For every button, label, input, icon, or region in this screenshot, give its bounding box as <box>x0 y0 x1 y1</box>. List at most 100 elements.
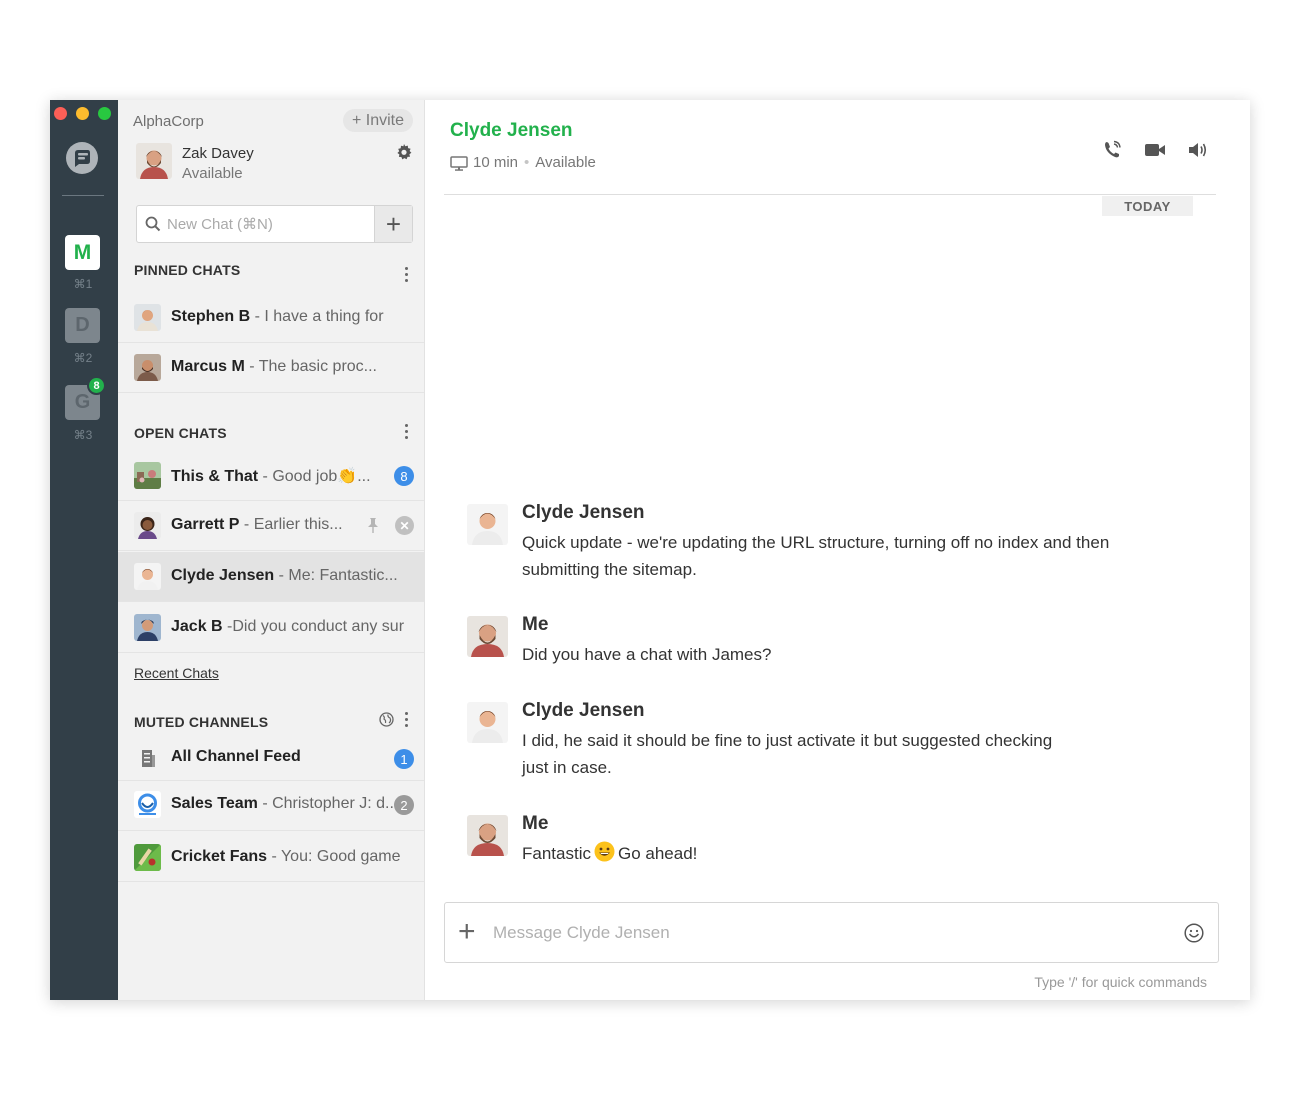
message-text: Fantastic Go ahead! <box>522 840 1142 867</box>
chat-row-garrett-p[interactable]: Garrett P - Earlier this... ✕ <box>118 501 424 551</box>
chat-row-preview: - The basic proc... <box>244 358 377 375</box>
chat-row-text: Clyde Jensen - Me: Fantastic... <box>171 567 416 585</box>
recent-chats-link[interactable]: Recent Chats <box>134 665 219 681</box>
workspace-m[interactable]: M <box>65 235 100 270</box>
close-icon[interactable]: ✕ <box>395 516 414 535</box>
chat-row-preview: - I have a thing for <box>250 308 384 325</box>
avatar <box>134 614 161 641</box>
org-name: AlphaCorp <box>133 113 204 130</box>
unread-badge: 2 <box>394 795 414 815</box>
chat-peer-name[interactable]: Clyde Jensen <box>450 120 573 142</box>
peer-status: Available <box>535 154 596 171</box>
chat-pane: Clyde Jensen 10 min • Available TODAY Clyd… <box>425 100 1250 1000</box>
message-author: Me <box>522 813 549 834</box>
chat-row-text: Sales Team - Christopher J: d... <box>171 795 393 813</box>
workspace-rail: M ⌘1 D ⌘2 G 8 ⌘3 <box>50 100 118 1000</box>
chat-row-text: Jack B -Did you conduct any sur <box>171 618 416 636</box>
chat-row-name: Jack B <box>171 618 223 635</box>
channel-row-sales-team[interactable]: Sales Team - Christopher J: d... 2 <box>118 781 424 831</box>
avatar <box>134 512 161 539</box>
chat-row-name: Stephen B <box>171 308 251 325</box>
unread-badge: 8 <box>394 466 414 486</box>
muted-menu-icon[interactable] <box>404 712 408 728</box>
avatar[interactable] <box>467 504 508 545</box>
chat-row-marcus-m[interactable]: Marcus M - The basic proc... <box>118 343 424 393</box>
chat-row-name: All Channel Feed <box>171 748 301 765</box>
message-text: Did you have a chat with James? <box>522 645 772 664</box>
chat-row-this-and-that[interactable]: This & That - Good job👏... 8 <box>118 451 424 501</box>
chat-row-name: Cricket Fans <box>171 848 268 865</box>
chat-peer-meta: 10 min • Available <box>473 154 596 171</box>
message: Me Fantastic Go ahead! <box>467 813 1187 873</box>
open-chats-menu-icon[interactable] <box>404 424 408 440</box>
pinned-menu-icon[interactable] <box>404 267 408 283</box>
avatar[interactable] <box>136 143 172 179</box>
composer-hint: Type '/' for quick commands <box>1034 974 1207 990</box>
avatar <box>134 563 161 590</box>
chat-row-text: All Channel Feed <box>171 748 416 766</box>
avatar <box>134 304 161 331</box>
search-input[interactable] <box>167 206 372 242</box>
minimize-window-button[interactable] <box>76 107 89 120</box>
workspace-unread-badge: 8 <box>87 376 106 395</box>
chat-row-text: Marcus M - The basic proc... <box>171 358 416 376</box>
feed-icon <box>134 745 161 772</box>
avatar[interactable] <box>467 616 508 657</box>
rail-divider <box>62 195 104 196</box>
invite-button[interactable]: + Invite <box>342 109 413 132</box>
new-chat-button[interactable]: + <box>374 206 412 242</box>
message-author: Me <box>522 614 549 635</box>
chat-row-text: This & That - Good job👏... <box>171 466 376 486</box>
channel-row-all-channel-feed[interactable]: All Channel Feed 1 <box>118 736 424 781</box>
message-text: Quick update - we're updating the URL st… <box>522 533 1110 579</box>
avatar[interactable] <box>467 815 508 856</box>
chat-row-name: Sales Team <box>171 795 258 812</box>
unread-badge: 1 <box>394 749 414 769</box>
phone-icon[interactable] <box>1102 140 1124 160</box>
avatar[interactable] <box>467 702 508 743</box>
app-window: M ⌘1 D ⌘2 G 8 ⌘3 AlphaCorp + Invite Zak … <box>50 100 1250 1000</box>
chat-row-clyde-jensen[interactable]: Clyde Jensen - Me: Fantastic... <box>118 552 424 602</box>
message: Clyde Jensen Quick update - we're updati… <box>467 502 1187 587</box>
message: Me Did you have a chat with James? <box>467 614 1187 674</box>
speaker-icon[interactable] <box>1187 140 1209 160</box>
chat-row-preview: - Good job👏... <box>258 468 371 485</box>
date-divider: TODAY <box>1102 196 1193 216</box>
chat-row-stephen-b[interactable]: Stephen B - I have a thing for <box>118 293 424 343</box>
chat-row-name: This & That <box>171 468 259 485</box>
message-text: I did, he said it should be fine to just… <box>522 731 1053 777</box>
chat-row-text: Cricket Fans - You: Good game <box>171 848 416 866</box>
workspace-shortcut: ⌘1 <box>73 277 93 291</box>
message-input[interactable] <box>493 903 1173 962</box>
header-divider <box>444 194 1216 195</box>
user-status: Available <box>182 165 243 182</box>
plus-icon[interactable]: + <box>458 917 480 947</box>
chat-row-preview: - You: Good game <box>267 848 401 865</box>
close-window-button[interactable] <box>54 107 67 120</box>
channel-row-cricket-fans[interactable]: Cricket Fans - You: Good game <box>118 831 424 882</box>
muted-channels-header: MUTED CHANNELS <box>134 714 269 730</box>
globe-icon[interactable] <box>379 712 394 727</box>
avatar <box>134 462 161 489</box>
avatar <box>134 354 161 381</box>
chat-row-name: Garrett P <box>171 516 240 533</box>
chat-sidebar: AlphaCorp + Invite Zak Davey Available +… <box>118 100 425 1000</box>
chat-row-preview: - Earlier this... <box>239 516 343 533</box>
grinning-face-icon <box>594 841 615 862</box>
chat-row-jack-b[interactable]: Jack B -Did you conduct any sur <box>118 603 424 653</box>
pin-icon[interactable] <box>366 517 380 534</box>
message-author: Clyde Jensen <box>522 502 645 523</box>
user-name: Zak Davey <box>182 145 254 162</box>
new-chat-search: + <box>136 205 413 243</box>
maximize-window-button[interactable] <box>98 107 111 120</box>
workspace-shortcut: ⌘3 <box>73 428 93 442</box>
gear-icon[interactable] <box>396 144 412 160</box>
chat-logo-icon[interactable] <box>66 142 98 174</box>
message-author: Clyde Jensen <box>522 700 645 721</box>
workspace-d[interactable]: D <box>65 308 100 343</box>
video-icon[interactable] <box>1144 140 1166 160</box>
monitor-icon <box>450 156 468 171</box>
workspace-shortcut: ⌘2 <box>73 351 93 365</box>
smiley-icon[interactable] <box>1184 923 1204 943</box>
chat-row-preview: - Me: Fantastic... <box>274 567 398 584</box>
